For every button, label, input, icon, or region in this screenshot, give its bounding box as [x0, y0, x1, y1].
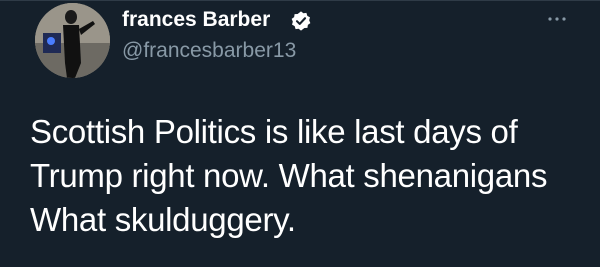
tweet-text-line: Scottish Politics is like last days of — [30, 113, 518, 150]
username[interactable]: @francesbarber13 — [122, 39, 296, 63]
tweet-text-line: What skulduggery. — [30, 201, 296, 238]
avatar[interactable] — [35, 3, 110, 78]
more-options-icon[interactable] — [546, 12, 568, 26]
tweet-text: Scottish Politics is like last days of T… — [30, 110, 590, 242]
display-name[interactable]: frances Barber — [122, 8, 270, 32]
tweet-text-line: Trump right now. What shenanigans — [30, 157, 548, 194]
tweet-card: frances Barber @francesbarber13 Scottish… — [0, 0, 600, 267]
verified-badge-icon — [291, 11, 311, 31]
avatar-photo — [35, 3, 110, 78]
